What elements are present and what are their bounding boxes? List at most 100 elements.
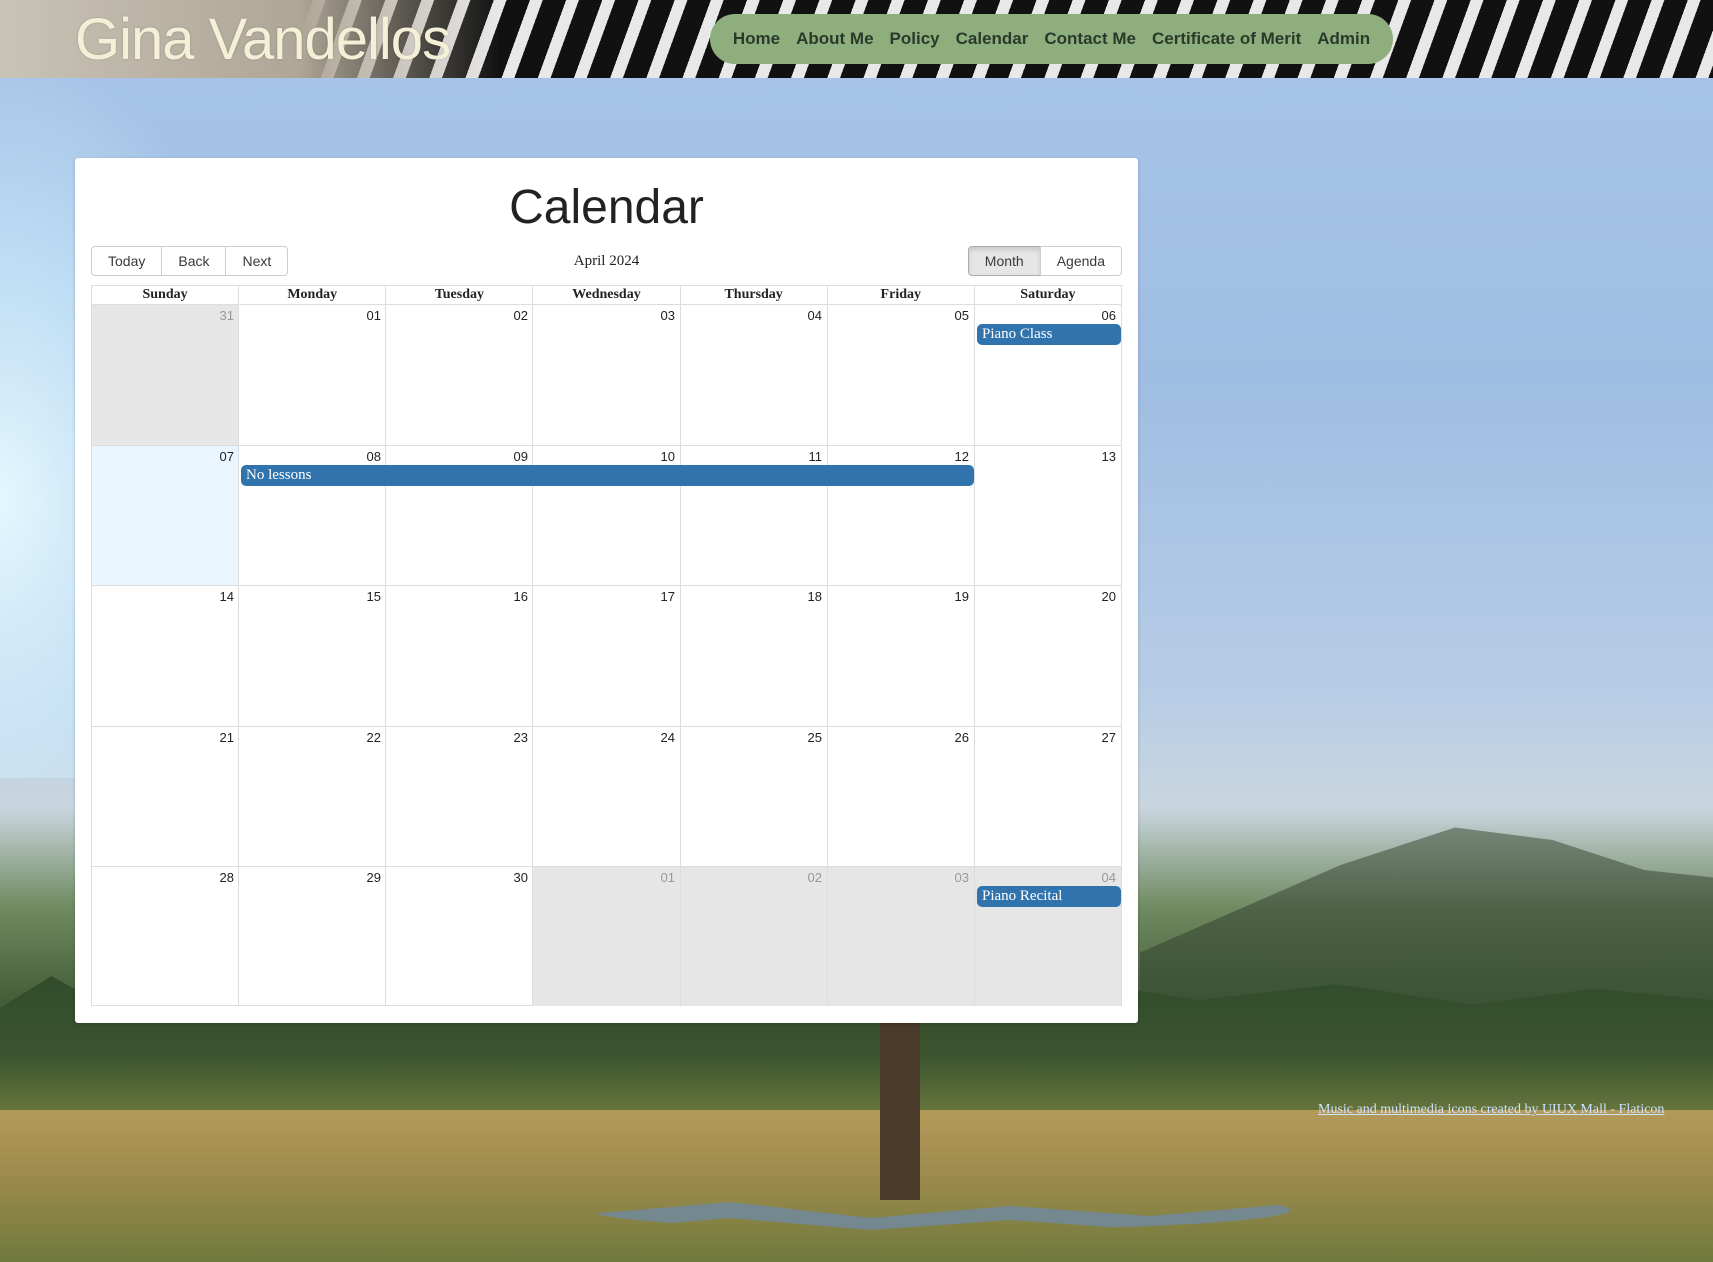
month-view: Sunday Monday Tuesday Wednesday Thursday… [91, 285, 1122, 1006]
weekday-label: Friday [826, 286, 974, 304]
day-cell[interactable] [679, 866, 827, 1006]
nav-contact-me[interactable]: Contact Me [1036, 29, 1144, 49]
date-number[interactable]: 01 [533, 867, 680, 885]
date-number[interactable]: 11 [680, 446, 827, 464]
day-cell[interactable] [826, 726, 974, 866]
date-number[interactable]: 10 [533, 446, 680, 464]
day-cell[interactable] [92, 727, 238, 866]
day-cell[interactable] [973, 726, 1121, 866]
day-cell[interactable] [238, 726, 385, 866]
weekday-label: Tuesday [385, 286, 532, 304]
weekday-header: Sunday Monday Tuesday Wednesday Thursday… [92, 286, 1121, 305]
date-number[interactable]: 04 [974, 867, 1121, 885]
date-number[interactable]: 03 [827, 867, 974, 885]
day-cell[interactable] [532, 866, 680, 1006]
date-number[interactable]: 23 [386, 727, 533, 745]
day-cell[interactable] [92, 867, 238, 1006]
weekday-label: Monday [238, 286, 385, 304]
today-button[interactable]: Today [91, 246, 163, 276]
date-number[interactable]: 21 [92, 727, 239, 745]
date-number[interactable]: 22 [239, 727, 386, 745]
calendar-toolbar: April 2024 Today Back Next Month Agenda [91, 246, 1122, 276]
nav-certificate-of-merit[interactable]: Certificate of Merit [1144, 29, 1309, 49]
date-number[interactable]: 02 [386, 305, 533, 323]
date-number[interactable]: 16 [386, 586, 533, 604]
site-header: Gina Vandellos Home About Me Policy Cale… [0, 0, 1713, 78]
date-number[interactable]: 01 [239, 305, 386, 323]
day-cell[interactable] [973, 446, 1121, 586]
day-cell[interactable] [385, 586, 532, 726]
back-button[interactable]: Back [161, 246, 227, 276]
date-number[interactable]: 28 [92, 867, 239, 885]
date-number[interactable]: 29 [239, 867, 386, 885]
day-cell[interactable] [826, 866, 974, 1006]
nav-calendar[interactable]: Calendar [948, 29, 1037, 49]
date-number[interactable]: 07 [92, 446, 239, 464]
day-cell[interactable] [385, 305, 532, 446]
weekday-label: Sunday [142, 287, 188, 302]
day-cell[interactable] [826, 586, 974, 726]
day-cell[interactable] [238, 305, 385, 446]
event-piano-recital[interactable]: Piano Recital [977, 885, 1121, 907]
date-number[interactable]: 02 [680, 867, 827, 885]
day-cell[interactable] [679, 305, 827, 446]
weekday-label: Thursday [679, 286, 827, 304]
week-row: 07 08 09 10 11 12 13 No lessons [92, 445, 1121, 586]
nav-admin[interactable]: Admin [1309, 29, 1378, 49]
day-cell[interactable] [238, 866, 385, 1006]
date-number[interactable]: 24 [533, 727, 680, 745]
date-number[interactable]: 08 [239, 446, 386, 464]
date-number[interactable]: 09 [386, 446, 533, 464]
date-number[interactable]: 19 [827, 586, 974, 604]
day-cell[interactable] [532, 305, 679, 446]
background-tree [880, 1020, 920, 1200]
day-cell[interactable] [679, 726, 827, 866]
date-number[interactable]: 25 [680, 727, 827, 745]
date-number[interactable]: 12 [827, 446, 974, 464]
date-number[interactable]: 05 [827, 305, 974, 323]
calendar-card: Calendar April 2024 Today Back Next Mont… [75, 158, 1138, 1023]
date-number[interactable]: 13 [974, 446, 1121, 464]
date-number[interactable]: 03 [533, 305, 680, 323]
day-cell[interactable] [92, 586, 238, 725]
date-number[interactable]: 06 [974, 305, 1121, 323]
date-number[interactable]: 27 [974, 727, 1121, 745]
date-number[interactable]: 15 [239, 586, 386, 604]
day-cell[interactable] [826, 305, 974, 446]
day-cell[interactable] [532, 586, 679, 726]
day-cell-today[interactable] [92, 446, 239, 586]
weekday-label: Saturday [973, 286, 1121, 304]
nav-about-me[interactable]: About Me [788, 29, 881, 49]
icon-credit-link[interactable]: Music and multimedia icons created by UI… [1318, 1102, 1664, 1118]
weeks-grid: 31 01 02 03 04 05 06 Piano Class 07 08 0… [92, 305, 1121, 1006]
navigation-buttons: Today Back Next [91, 246, 289, 276]
day-cell[interactable] [385, 726, 532, 866]
day-cell[interactable] [238, 586, 385, 726]
date-number[interactable]: 30 [386, 867, 533, 885]
nav-home[interactable]: Home [725, 29, 788, 49]
week-row: 21 22 23 24 25 26 27 [92, 725, 1121, 866]
day-cell[interactable] [679, 586, 827, 726]
day-cell[interactable] [973, 586, 1121, 726]
date-number[interactable]: 04 [680, 305, 827, 323]
date-number[interactable]: 20 [974, 586, 1121, 604]
main-nav: Home About Me Policy Calendar Contact Me… [710, 14, 1393, 64]
next-button[interactable]: Next [225, 246, 289, 276]
week-row: 31 01 02 03 04 05 06 Piano Class [92, 305, 1121, 446]
event-piano-class[interactable]: Piano Class [977, 324, 1121, 345]
background-meadow [0, 1110, 1713, 1262]
nav-policy[interactable]: Policy [882, 29, 948, 49]
date-number[interactable]: 26 [827, 727, 974, 745]
date-number[interactable]: 17 [533, 586, 680, 604]
date-number[interactable]: 14 [92, 586, 239, 604]
event-no-lessons[interactable]: No lessons [241, 465, 974, 487]
agenda-view-button[interactable]: Agenda [1039, 246, 1122, 276]
date-number[interactable]: 18 [680, 586, 827, 604]
day-cell[interactable] [92, 305, 239, 446]
month-view-button[interactable]: Month [967, 246, 1041, 276]
weekday-label: Wednesday [532, 286, 679, 304]
day-cell[interactable] [532, 726, 679, 866]
date-number[interactable]: 31 [92, 305, 239, 323]
day-cell[interactable] [385, 866, 532, 1006]
week-row: 14 15 16 17 18 19 20 [92, 585, 1121, 726]
